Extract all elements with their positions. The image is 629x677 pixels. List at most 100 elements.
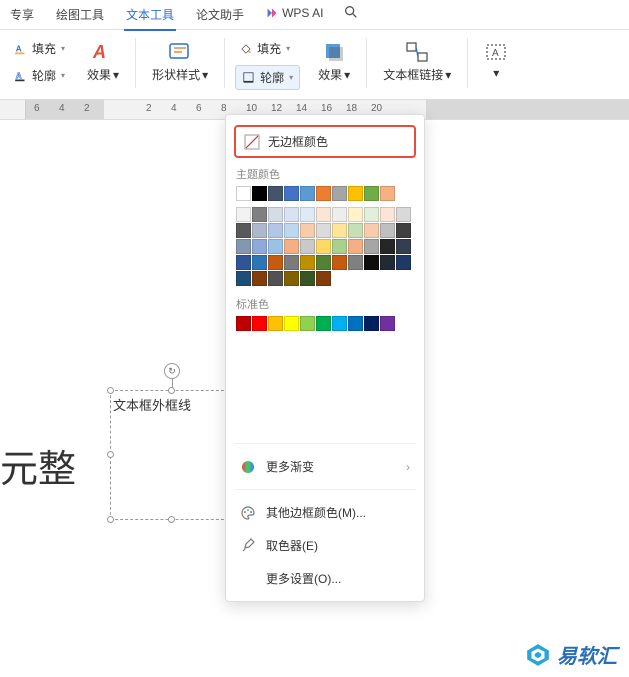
color-swatch[interactable] — [380, 239, 395, 254]
color-swatch[interactable] — [332, 255, 347, 270]
resize-handle-w[interactable] — [107, 451, 114, 458]
textbox-content[interactable]: 文本框外框线 — [111, 391, 233, 418]
color-swatch[interactable] — [348, 207, 363, 222]
shape-fill-button[interactable]: 填充▾ — [235, 38, 300, 59]
more-border-color-item[interactable]: 其他边框颜色(M)... — [226, 496, 424, 529]
color-swatch[interactable] — [252, 271, 267, 286]
color-swatch[interactable] — [332, 316, 347, 331]
color-swatch[interactable] — [300, 223, 315, 238]
color-swatch[interactable] — [284, 255, 299, 270]
no-border-color-item[interactable]: 无边框颜色 — [234, 125, 416, 158]
color-swatch[interactable] — [268, 186, 283, 201]
resize-handle-sw[interactable] — [107, 516, 114, 523]
text-fill-button[interactable]: A 填充▾ — [10, 38, 69, 59]
tab-wps-ai[interactable]: WPS AI — [264, 4, 325, 26]
color-swatch[interactable] — [268, 207, 283, 222]
color-swatch[interactable] — [252, 316, 267, 331]
color-swatch[interactable] — [252, 223, 267, 238]
color-swatch[interactable] — [364, 207, 379, 222]
ribbon-toolbar: A 填充▾ A 轮廓▾ A 效果▾ 形状样式▾ 填充▾ 轮廓▾ — [0, 30, 629, 100]
shape-style-button[interactable]: 形状样式▾ — [146, 38, 214, 85]
color-swatch[interactable] — [332, 239, 347, 254]
color-swatch[interactable] — [316, 271, 331, 286]
tab-thesis-helper[interactable]: 论文助手 — [194, 4, 246, 29]
color-swatch[interactable] — [300, 255, 315, 270]
resize-handle-nw[interactable] — [107, 387, 114, 394]
tab-draw-tools[interactable]: 绘图工具 — [54, 4, 106, 29]
color-swatch[interactable] — [236, 255, 251, 270]
color-swatch[interactable] — [300, 239, 315, 254]
color-swatch[interactable] — [236, 186, 251, 201]
color-swatch[interactable] — [364, 255, 379, 270]
resize-handle-n[interactable] — [168, 387, 175, 394]
color-swatch[interactable] — [364, 239, 379, 254]
text-outline-button[interactable]: A 轮廓▾ — [10, 65, 69, 86]
color-swatch[interactable] — [300, 207, 315, 222]
color-swatch[interactable] — [268, 255, 283, 270]
color-swatch[interactable] — [252, 255, 267, 270]
color-swatch[interactable] — [268, 316, 283, 331]
shape-outline-button[interactable]: 轮廓▾ — [235, 65, 300, 90]
textbox-tool-button[interactable]: A ▾ — [478, 38, 514, 82]
color-swatch[interactable] — [300, 316, 315, 331]
more-settings-item[interactable]: 更多设置(O)... — [226, 562, 424, 595]
color-swatch[interactable] — [348, 239, 363, 254]
color-swatch[interactable] — [252, 207, 267, 222]
color-swatch[interactable] — [284, 271, 299, 286]
rotate-handle[interactable]: ↻ — [164, 363, 180, 379]
color-swatch[interactable] — [396, 239, 411, 254]
color-swatch[interactable] — [396, 207, 411, 222]
svg-text:A: A — [16, 44, 22, 53]
resize-handle-s[interactable] — [168, 516, 175, 523]
color-swatch[interactable] — [380, 207, 395, 222]
color-swatch[interactable] — [380, 186, 395, 201]
color-swatch[interactable] — [380, 316, 395, 331]
color-swatch[interactable] — [348, 186, 363, 201]
color-swatch[interactable] — [316, 223, 331, 238]
color-swatch[interactable] — [348, 255, 363, 270]
color-swatch[interactable] — [332, 207, 347, 222]
tab-share[interactable]: 专享 — [8, 4, 36, 29]
color-swatch[interactable] — [364, 186, 379, 201]
color-swatch[interactable] — [252, 239, 267, 254]
selected-textbox[interactable]: ↻ 文本框外框线 — [110, 390, 234, 520]
color-swatch[interactable] — [364, 223, 379, 238]
tab-text-tools[interactable]: 文本工具 — [124, 4, 176, 31]
text-effect-button[interactable]: A 效果▾ — [81, 38, 125, 85]
color-swatch[interactable] — [396, 223, 411, 238]
color-swatch[interactable] — [236, 239, 251, 254]
color-swatch[interactable] — [300, 271, 315, 286]
color-swatch[interactable] — [316, 316, 331, 331]
shape-effect-button[interactable]: 效果▾ — [312, 38, 356, 85]
color-swatch[interactable] — [284, 207, 299, 222]
color-swatch[interactable] — [348, 223, 363, 238]
color-swatch[interactable] — [236, 271, 251, 286]
color-swatch[interactable] — [316, 186, 331, 201]
color-swatch[interactable] — [252, 186, 267, 201]
textbox-link-button[interactable]: 文本框链接▾ — [377, 38, 457, 85]
color-swatch[interactable] — [268, 223, 283, 238]
color-swatch[interactable] — [236, 223, 251, 238]
color-swatch[interactable] — [380, 223, 395, 238]
more-gradient-item[interactable]: 更多渐变 › — [226, 450, 424, 483]
eyedropper-item[interactable]: 取色器(E) — [226, 529, 424, 562]
color-swatch[interactable] — [268, 239, 283, 254]
color-swatch[interactable] — [316, 255, 331, 270]
color-swatch[interactable] — [284, 223, 299, 238]
color-swatch[interactable] — [284, 239, 299, 254]
color-swatch[interactable] — [332, 223, 347, 238]
color-swatch[interactable] — [300, 186, 315, 201]
color-swatch[interactable] — [364, 316, 379, 331]
color-swatch[interactable] — [316, 207, 331, 222]
color-swatch[interactable] — [236, 316, 251, 331]
color-swatch[interactable] — [332, 186, 347, 201]
color-swatch[interactable] — [236, 207, 251, 222]
search-icon[interactable] — [343, 4, 359, 20]
color-swatch[interactable] — [316, 239, 331, 254]
color-swatch[interactable] — [396, 255, 411, 270]
color-swatch[interactable] — [268, 271, 283, 286]
color-swatch[interactable] — [380, 255, 395, 270]
color-swatch[interactable] — [284, 186, 299, 201]
color-swatch[interactable] — [348, 316, 363, 331]
color-swatch[interactable] — [284, 316, 299, 331]
